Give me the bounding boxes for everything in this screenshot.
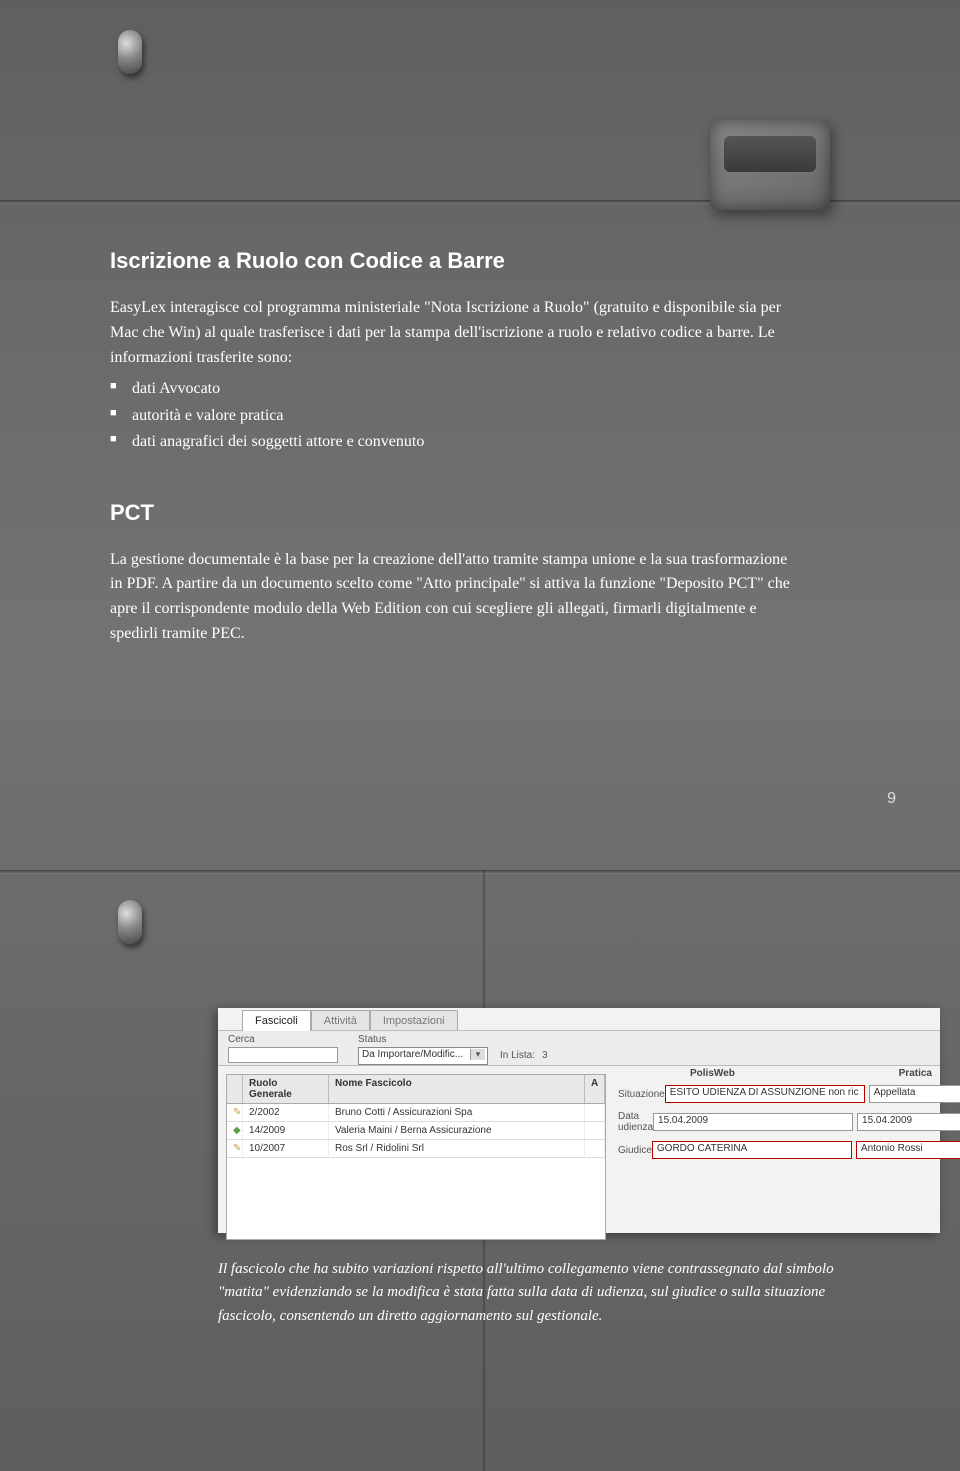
- page-content: Iscrizione a Ruolo con Codice a Barre Ea…: [0, 0, 960, 647]
- cabinet-seam: [0, 870, 960, 874]
- cell-nome: Bruno Cotti / Assicurazioni Spa: [329, 1104, 585, 1121]
- right-header: PolisWeb Pratica: [618, 1068, 932, 1079]
- cell-ruolo: 10/2007: [243, 1140, 329, 1157]
- list-body[interactable]: ✎ 2/2002 Bruno Cotti / Assicurazioni Spa…: [226, 1104, 606, 1240]
- data-udienza-label: Data udienza: [618, 1111, 653, 1133]
- tab-attivita[interactable]: Attività: [311, 1010, 370, 1031]
- tab-bar: Fascicoli Attività Impostazioni: [242, 1010, 458, 1031]
- col-ruolo-generale[interactable]: Ruolo Generale: [243, 1075, 329, 1103]
- polisweb-pratica-panel: PolisWeb Pratica Situazione ESITO UDIENZ…: [618, 1068, 932, 1167]
- section-paragraph: EasyLex interagisce col programma minist…: [110, 296, 790, 370]
- row-situazione: Situazione ESITO UDIENZA DI ASSUNZIONE n…: [618, 1085, 932, 1103]
- section-title: PCT: [110, 500, 850, 526]
- cell-nome: Valeria Maini / Berna Assicurazione: [329, 1122, 585, 1139]
- cell-ruolo: 2/2002: [243, 1104, 329, 1121]
- fascicoli-list: Ruolo Generale Nome Fascicolo A ✎ 2/2002…: [226, 1074, 606, 1240]
- toolbar: Cerca Status Da Importare/Modific... In …: [218, 1030, 940, 1066]
- situazione-pratica[interactable]: Appellata: [869, 1085, 960, 1103]
- bullet-list: dati Avvocato autorità e valore pratica …: [110, 376, 850, 455]
- row-data-udienza: Data udienza 15.04.2009 15.04.2009: [618, 1111, 932, 1133]
- search-input[interactable]: [228, 1047, 338, 1063]
- cell-ruolo: 14/2009: [243, 1122, 329, 1139]
- bullet-item: dati anagrafici dei soggetti attore e co…: [110, 429, 850, 455]
- row-giudice: Giudice GORDO CATERINA Antonio Rossi ✎: [618, 1141, 932, 1159]
- col-a[interactable]: A: [585, 1075, 605, 1103]
- pencil-icon: ✎: [227, 1140, 243, 1157]
- page-number: 9: [887, 790, 896, 808]
- giudice-pratica[interactable]: Antonio Rossi: [856, 1141, 960, 1159]
- screenshot-caption: Il fascicolo che ha subito variazioni ri…: [218, 1258, 840, 1328]
- app-screenshot: Fascicoli Attività Impostazioni Cerca St…: [218, 1008, 940, 1233]
- inlista-label: In Lista:: [500, 1050, 535, 1061]
- situazione-label: Situazione: [618, 1089, 665, 1100]
- giudice-label: Giudice: [618, 1145, 652, 1156]
- bullet-item: autorità e valore pratica: [110, 403, 850, 429]
- cell-nome: Ros Srl / Ridolini Srl: [329, 1140, 585, 1157]
- tab-fascicoli[interactable]: Fascicoli: [242, 1010, 311, 1031]
- table-row[interactable]: ✎ 10/2007 Ros Srl / Ridolini Srl: [227, 1140, 605, 1158]
- diamond-icon: ◆: [227, 1122, 243, 1139]
- col-nome-fascicolo[interactable]: Nome Fascicolo: [329, 1075, 585, 1103]
- list-header: Ruolo Generale Nome Fascicolo A: [226, 1074, 606, 1104]
- col-polisweb: PolisWeb: [690, 1068, 899, 1079]
- giudice-polisweb[interactable]: GORDO CATERINA: [652, 1141, 852, 1159]
- table-row[interactable]: ✎ 2/2002 Bruno Cotti / Assicurazioni Spa: [227, 1104, 605, 1122]
- section-paragraph: La gestione documentale è la base per la…: [110, 548, 790, 647]
- inlista-value: 3: [542, 1050, 548, 1061]
- status-label: Status: [358, 1034, 386, 1045]
- table-row[interactable]: ◆ 14/2009 Valeria Maini / Berna Assicura…: [227, 1122, 605, 1140]
- data-udienza-polisweb[interactable]: 15.04.2009: [653, 1113, 853, 1131]
- status-dropdown[interactable]: Da Importare/Modific...: [358, 1047, 488, 1065]
- situazione-polisweb[interactable]: ESITO UDIENZA DI ASSUNZIONE non ric: [665, 1085, 865, 1103]
- tab-impostazioni[interactable]: Impostazioni: [370, 1010, 458, 1031]
- data-udienza-pratica[interactable]: 15.04.2009: [857, 1113, 960, 1131]
- bullet-item: dati Avvocato: [110, 376, 850, 402]
- pencil-icon: ✎: [227, 1104, 243, 1121]
- cabinet-knob: [118, 900, 142, 944]
- col-pratica: Pratica: [899, 1068, 932, 1079]
- cerca-label: Cerca: [228, 1034, 255, 1045]
- section-title: Iscrizione a Ruolo con Codice a Barre: [110, 248, 850, 274]
